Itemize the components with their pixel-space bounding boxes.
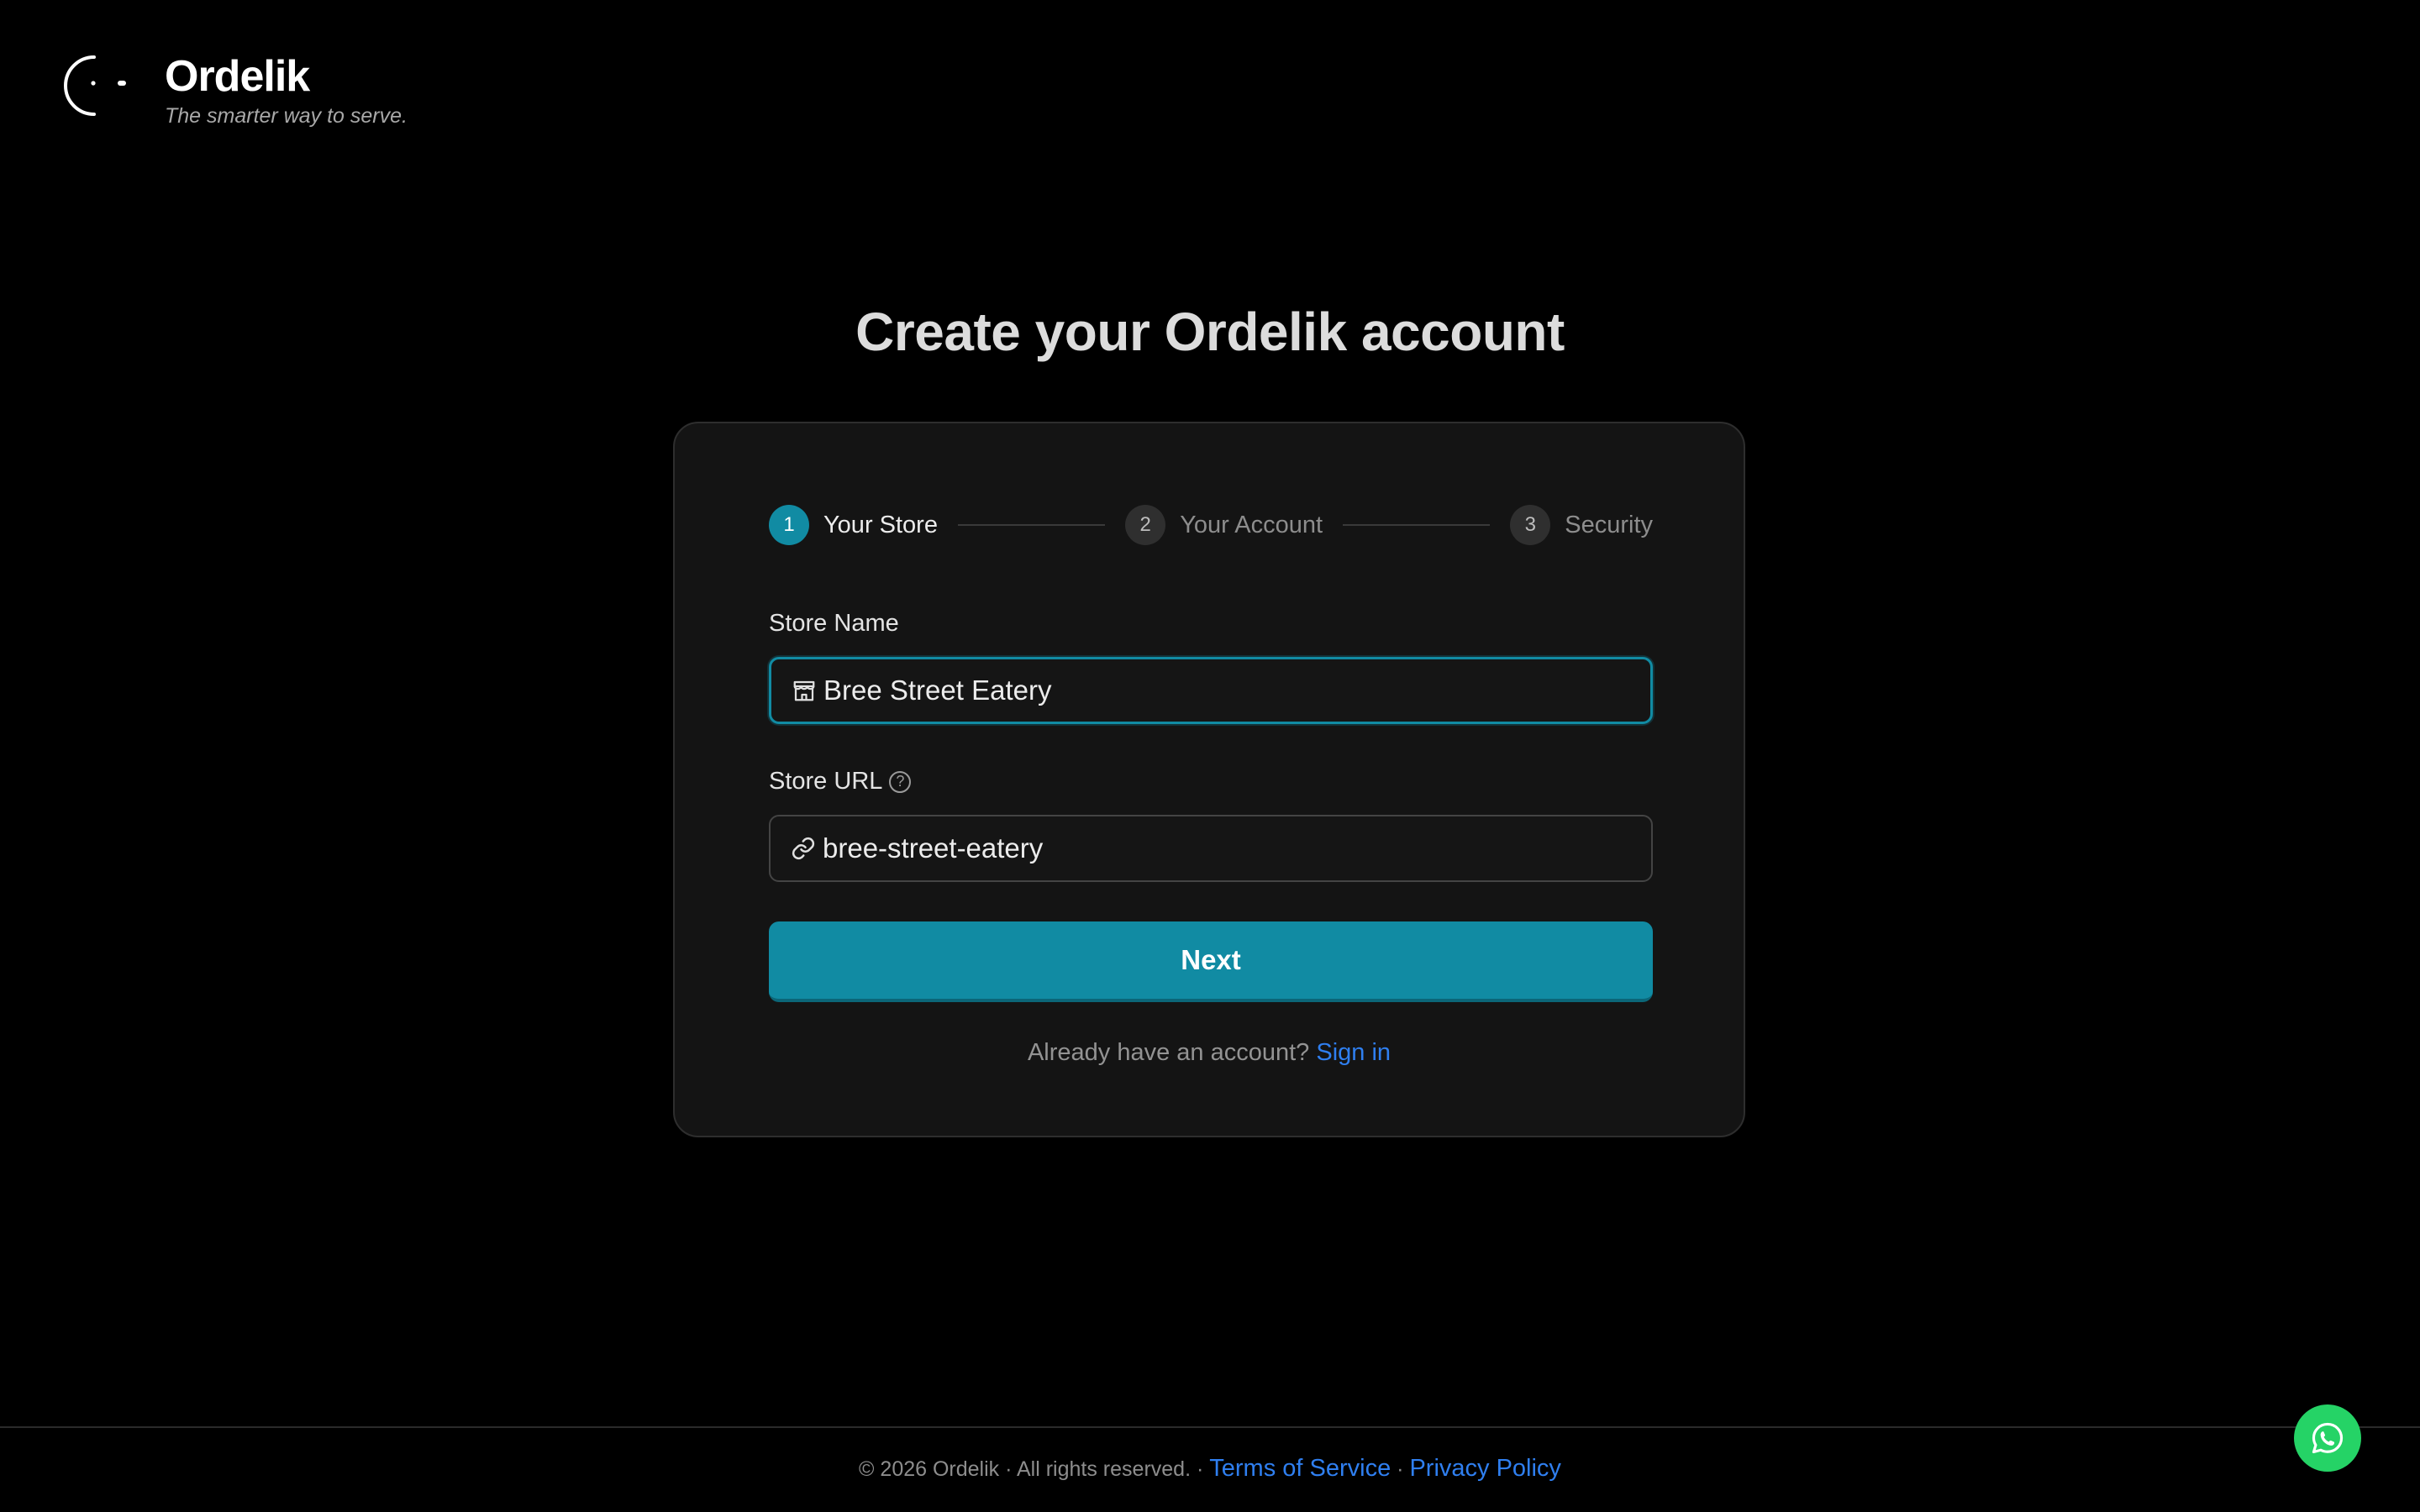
next-button[interactable]: Next [769, 921, 1653, 1002]
step-your-account: 2 Your Account [1125, 505, 1323, 545]
stepper: 1 Your Store 2 Your Account 3 Security [769, 504, 1653, 546]
footer: © 2026 Ordelik · All rights reserved. · … [0, 1455, 2420, 1483]
step-connector [957, 524, 1106, 526]
store-name-value: Bree Street Eatery [823, 675, 1052, 706]
step-number: 2 [1125, 505, 1166, 545]
brand-tagline: The smarter way to serve. [165, 104, 408, 128]
step-label: Your Account [1180, 511, 1323, 538]
signin-row: Already have an account? Sign in [675, 1039, 1744, 1067]
store-url-label: Store URL ? [769, 768, 912, 795]
signin-prompt: Already have an account? [1027, 1039, 1310, 1066]
ordelik-logo-icon [64, 55, 126, 116]
footer-divider [0, 1426, 2420, 1428]
store-name-label: Store Name [769, 610, 899, 638]
step-number: 1 [769, 505, 809, 545]
brand-name: Ordelik [165, 52, 310, 101]
step-connector [1343, 524, 1491, 526]
step-label: Your Store [823, 511, 938, 538]
store-url-input[interactable]: bree-street-eatery [769, 815, 1653, 882]
store-url-label-text: Store URL [769, 768, 883, 795]
link-icon [792, 837, 815, 860]
footer-separator: · [1397, 1457, 1404, 1481]
brand[interactable]: Ordelik The smarter way to serve. [62, 50, 408, 129]
storefront-icon [793, 680, 815, 701]
step-security: 3 Security [1510, 505, 1653, 545]
step-your-store: 1 Your Store [769, 505, 938, 545]
page-title: Create your Ordelik account [855, 302, 1565, 362]
store-url-value: bree-street-eatery [823, 832, 1044, 864]
step-number: 3 [1510, 505, 1551, 545]
terms-link[interactable]: Terms of Service [1209, 1455, 1391, 1482]
help-icon[interactable]: ? [889, 770, 912, 793]
privacy-link[interactable]: Privacy Policy [1409, 1455, 1561, 1482]
store-name-input[interactable]: Bree Street Eatery [769, 657, 1653, 724]
store-name-label-text: Store Name [769, 610, 899, 637]
copyright-text: © 2026 Ordelik · All rights reserved. · [859, 1457, 1204, 1481]
whatsapp-chat-button[interactable] [2294, 1404, 2361, 1472]
signup-card: 1 Your Store 2 Your Account 3 Security S… [673, 422, 1745, 1137]
step-label: Security [1565, 511, 1654, 538]
signin-link[interactable]: Sign in [1316, 1039, 1391, 1066]
whatsapp-icon [2312, 1422, 2344, 1454]
